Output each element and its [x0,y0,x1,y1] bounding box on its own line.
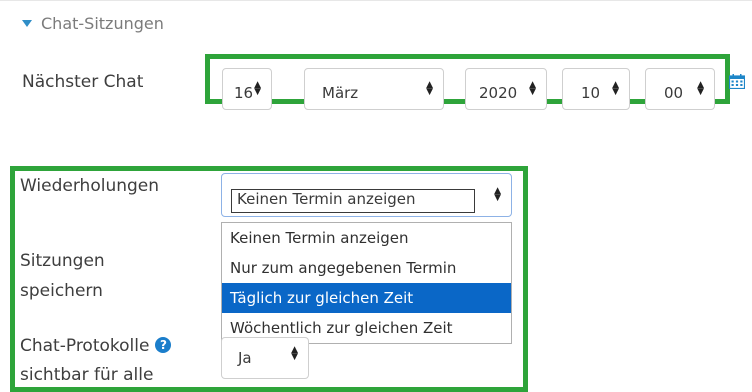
section-title: Chat-Sitzungen [41,14,164,33]
updown-caret-icon: ▲ ▼ [426,80,433,97]
month-value: März [322,84,359,102]
save-sessions-label-line2: speichern [20,281,103,301]
protocols-label-line2: sichtbar für alle [20,365,154,385]
updown-caret-icon: ▲ ▼ [494,186,501,203]
year-select[interactable]: 2020 ▲ ▼ [465,68,547,110]
month-select[interactable]: März ▲ ▼ [304,68,444,110]
repeat-selected-value: Keinen Termin anzeigen [237,190,416,208]
updown-caret-icon: ▲ ▼ [612,80,619,97]
triangle-down-icon [22,20,32,27]
minute-select[interactable]: 00 ▲ ▼ [645,68,715,110]
minute-value: 00 [664,84,684,102]
section-divider [0,0,752,1]
protocols-label-line1: Chat-Protokolle? [20,330,172,362]
question-circle-icon[interactable]: ? [155,337,172,353]
save-sessions-label-line1: Sitzungen [20,251,105,271]
protocols-value: Ja [238,349,252,367]
repeat-option[interactable]: Nur zum angegebenen Termin [222,253,511,283]
updown-caret-icon: ▲ ▼ [697,80,704,97]
repeat-option-highlighted[interactable]: Täglich zur gleichen Zeit [222,283,511,313]
repeat-label: Wiederholungen [20,176,160,196]
next-chat-label: Nächster Chat [22,72,144,92]
year-value: 2020 [479,84,518,102]
updown-caret-icon: ▲ ▼ [529,80,536,97]
day-value: 16 [234,84,254,102]
repeat-option[interactable]: Keinen Termin anzeigen [222,223,511,253]
repeat-select[interactable]: Keinen Termin anzeigen ▲ ▼ [221,173,512,217]
protocols-select[interactable]: Ja ▲ ▼ [221,337,309,379]
calendar-icon[interactable] [729,74,745,89]
hour-select[interactable]: 10 ▲ ▼ [562,68,630,110]
section-toggle-chat-sessions[interactable]: Chat-Sitzungen [22,14,164,33]
updown-caret-icon: ▲ ▼ [291,345,298,362]
repeat-dropdown-list: Keinen Termin anzeigen Nur zum angegeben… [221,222,512,344]
hour-value: 10 [581,84,601,102]
day-select[interactable]: 16 ▲ ▼ [222,68,272,110]
protocols-label-text: Chat-Protokolle [20,336,150,356]
updown-caret-icon: ▲ ▼ [254,80,261,97]
